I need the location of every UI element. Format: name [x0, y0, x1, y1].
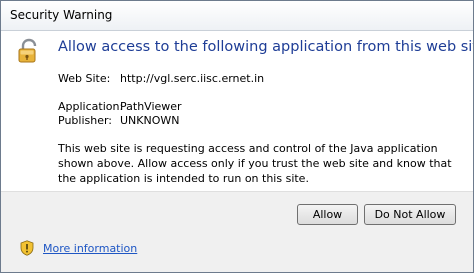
publisher-value: UNKNOWN — [120, 114, 180, 127]
website-value: http://vgl.serc.iisc.ernet.in — [120, 72, 265, 85]
security-warning-dialog: Security Warning Allow access to the fol… — [0, 0, 474, 273]
application-label: Application: — [58, 100, 124, 113]
website-label: Web Site: — [58, 72, 111, 85]
title-bar: Security Warning — [1, 1, 473, 31]
do-not-allow-button[interactable]: Do Not Allow — [364, 204, 456, 225]
application-value: PathViewer — [120, 100, 182, 113]
publisher-label: Publisher: — [58, 114, 113, 127]
application-row: Application:PathViewer — [58, 100, 182, 113]
warning-shield-icon — [20, 240, 34, 256]
more-information-link[interactable]: More information — [43, 242, 137, 255]
divider — [1, 191, 473, 192]
unlocked-padlock-icon — [18, 38, 40, 64]
website-row: Web Site: http://vgl.serc.iisc.ernet.in — [58, 72, 264, 85]
allow-button[interactable]: Allow — [297, 204, 358, 225]
dialog-heading: Allow access to the following applicatio… — [58, 39, 474, 55]
window-title: Security Warning — [10, 8, 113, 22]
publisher-row: Publisher: UNKNOWN — [58, 114, 180, 127]
description-text: This web site is requesting access and c… — [58, 142, 452, 185]
